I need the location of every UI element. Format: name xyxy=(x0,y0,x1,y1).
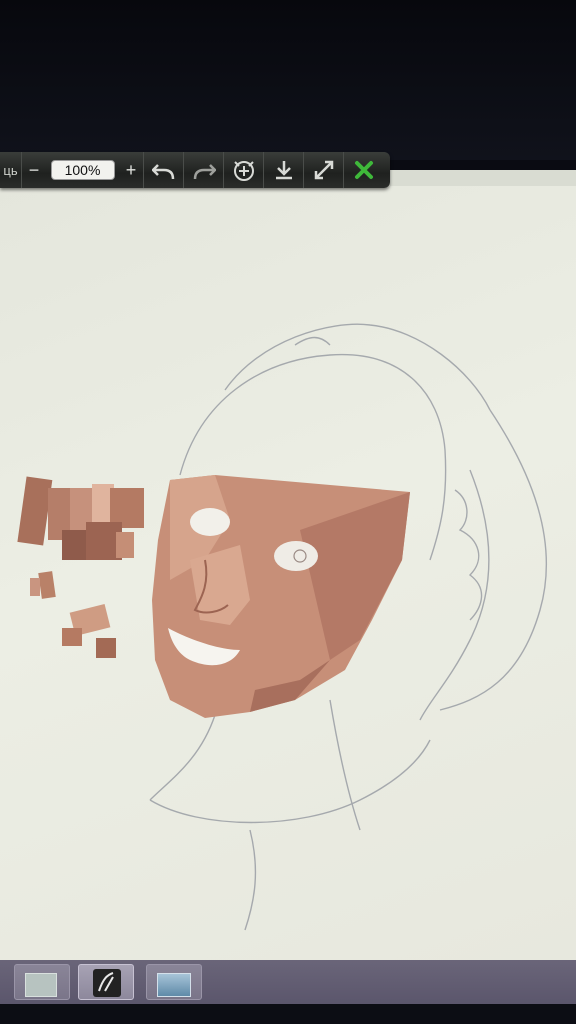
expand-icon xyxy=(312,158,336,182)
save-button[interactable] xyxy=(264,152,304,188)
sketch-app-icon xyxy=(93,969,121,997)
canvas-top-edge xyxy=(390,170,576,186)
monitor-bezel-bottom xyxy=(0,1004,576,1024)
undo-button[interactable] xyxy=(144,152,184,188)
rotate-button[interactable] xyxy=(224,152,264,188)
undo-icon xyxy=(151,159,176,181)
zoom-in-button[interactable]: + xyxy=(123,160,139,181)
zoom-field[interactable]: 100% xyxy=(50,160,115,180)
zoom-control: − 100% + xyxy=(22,152,144,188)
drawing-canvas[interactable] xyxy=(0,170,576,960)
taskbar-window-thumbnail[interactable] xyxy=(14,964,70,1000)
zoom-out-button[interactable]: − xyxy=(26,160,42,181)
image-thumbnail-icon xyxy=(157,973,191,997)
rotate-icon xyxy=(231,157,257,183)
taskbar xyxy=(0,960,576,1004)
redo-icon xyxy=(192,159,216,181)
save-icon xyxy=(272,158,296,182)
window-thumbnail-icon xyxy=(25,973,57,997)
taskbar-image-thumbnail[interactable] xyxy=(146,964,202,1000)
drawing-toolbar: ць − 100% + xyxy=(0,152,390,188)
close-button[interactable] xyxy=(344,152,384,188)
expand-button[interactable] xyxy=(304,152,344,188)
redo-button[interactable] xyxy=(184,152,224,188)
close-icon xyxy=(353,159,375,181)
toolbar-partial-label: ць xyxy=(0,152,22,188)
monitor-bezel-top xyxy=(0,0,576,160)
taskbar-sketch-app[interactable] xyxy=(78,964,134,1000)
